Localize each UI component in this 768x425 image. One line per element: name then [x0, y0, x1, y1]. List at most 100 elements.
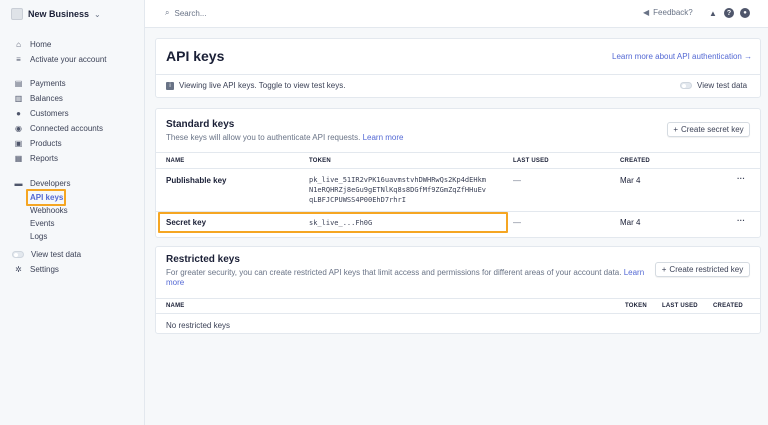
sidebar-item-label: Payments	[30, 78, 66, 88]
column-header-name: NAME	[166, 158, 185, 164]
sidebar: New Business ⌄ ⌂ Home ≡ Activate your ac…	[0, 0, 145, 425]
standard-keys-title: Standard keys	[166, 119, 235, 130]
learn-more-api-auth-link[interactable]: Learn more about API authentication →	[612, 52, 752, 61]
restricted-column-header-name: NAME	[166, 303, 185, 309]
sidebar-item-label: Settings	[30, 264, 59, 274]
reports-icon: ▦	[14, 153, 23, 163]
megaphone-icon: ◀	[643, 8, 650, 17]
chevron-down-icon: ⌄	[94, 9, 101, 19]
live-keys-banner: i Viewing live API keys. Toggle to view …	[166, 81, 345, 90]
column-header-created: CREATED	[620, 158, 650, 164]
sidebar-subitem-logs[interactable]: Logs	[30, 230, 47, 242]
account-switcher[interactable]: New Business ⌄	[11, 6, 101, 22]
restricted-keys-description: For greater security, you can create res…	[166, 268, 646, 288]
secret-key-created: Mar 4	[620, 218, 641, 227]
column-header-token: TOKEN	[309, 158, 331, 164]
sidebar-view-test-data[interactable]: View test data	[12, 248, 81, 260]
sidebar-item-label: Balances	[30, 93, 63, 103]
create-secret-key-label: Create secret key	[680, 125, 744, 134]
table-divider	[156, 313, 760, 314]
sidebar-item-payments[interactable]: ▤ Payments	[14, 77, 66, 89]
products-icon: ▣	[14, 138, 23, 148]
restricted-column-header-last-used: LAST USED	[662, 303, 698, 309]
sidebar-item-reports[interactable]: ▦ Reports	[14, 152, 58, 164]
publishable-key-last-used: —	[513, 176, 521, 185]
no-restricted-keys-text: No restricted keys	[166, 321, 231, 330]
token-line: pk_live_51IR2vPK16uavmstvhDWHRwQs2Kp4dEH…	[309, 176, 487, 184]
learn-more-text: Learn	[623, 268, 645, 277]
sidebar-item-balances[interactable]: ▥ Balances	[14, 92, 63, 104]
sidebar-item-connected-accounts[interactable]: ◉ Connected accounts	[14, 122, 103, 134]
learn-more-text: more	[166, 278, 185, 287]
feedback-label: Feedback?	[653, 8, 693, 17]
search-icon: ⌕	[165, 8, 170, 17]
sidebar-item-products[interactable]: ▣ Products	[14, 137, 62, 149]
home-icon: ⌂	[16, 39, 21, 49]
gear-icon: ✲	[15, 264, 22, 274]
token-line: qLBFJCPUWSS4P00EhD7rhrI	[309, 196, 406, 204]
sidebar-subitem-webhooks[interactable]: Webhooks	[30, 204, 68, 216]
create-restricted-key-button[interactable]: + Create restricted key	[655, 262, 750, 277]
sidebar-item-label: Connected accounts	[30, 123, 103, 133]
publishable-key-token[interactable]: pk_live_51IR2vPK16uavmstvhDWHRwQs2Kp4dEH…	[309, 175, 486, 205]
create-secret-key-button[interactable]: + Create secret key	[667, 122, 750, 137]
sidebar-item-developers[interactable]: ▬ Developers	[14, 177, 71, 189]
sidebar-subitem-events[interactable]: Events	[30, 217, 54, 229]
view-test-data-label: View test data	[697, 81, 748, 90]
search-placeholder: Search...	[174, 8, 207, 18]
sidebar-item-label: Customers	[30, 108, 69, 118]
sidebar-item-home[interactable]: ⌂ Home	[14, 38, 51, 50]
payments-icon: ▤	[14, 78, 23, 88]
business-logo-icon	[11, 8, 23, 20]
test-data-toggle[interactable]	[12, 250, 24, 258]
sidebar-item-label: Home	[30, 39, 52, 49]
description-text: These keys will allow you to authenticat…	[166, 133, 361, 142]
publishable-key-created: Mar 4	[620, 176, 641, 185]
bell-icon[interactable]: ▲	[708, 8, 718, 18]
sidebar-item-customers[interactable]: ● Customers	[14, 107, 69, 119]
restricted-column-header-created: CREATED	[713, 303, 743, 309]
restricted-keys-title: Restricted keys	[166, 254, 240, 265]
description-text: For greater security, you can create res…	[166, 268, 622, 277]
sidebar-item-label: Activate your account	[30, 54, 107, 64]
sidebar-item-label: Reports	[30, 153, 59, 163]
sidebar-item-label: Developers	[30, 178, 71, 188]
developers-icon: ▬	[14, 178, 23, 188]
create-restricted-key-label: Create restricted key	[669, 265, 744, 274]
search-input[interactable]: ⌕ Search...	[165, 8, 207, 18]
banner-text: Viewing live API keys. Toggle to view te…	[179, 81, 346, 90]
sidebar-item-label: Products	[30, 138, 62, 148]
view-test-data-toggle-row[interactable]: View test data	[680, 81, 747, 90]
account-icon[interactable]: ●	[740, 8, 750, 18]
help-icon[interactable]: ?	[724, 8, 734, 18]
sidebar-item-settings[interactable]: ✲ Settings	[14, 263, 59, 275]
info-icon: i	[166, 81, 174, 90]
secret-key-more-icon[interactable]: ···	[737, 216, 745, 225]
sidebar-item-label: View test data	[31, 249, 82, 259]
feedback-button[interactable]: ◀ Feedback?	[643, 8, 693, 17]
standard-keys-learn-more-link[interactable]: Learn more	[363, 133, 404, 142]
token-line: N1eRQHRZj8eGu9gETNlKq8s8DGfMf9ZGmZqZfHHu…	[309, 186, 487, 194]
plus-icon: +	[673, 125, 678, 134]
table-divider	[156, 152, 760, 153]
restricted-keys-card	[155, 246, 761, 334]
divider	[156, 74, 760, 75]
secret-key-last-used: —	[513, 218, 521, 227]
page-title: API keys	[166, 48, 225, 64]
balances-icon: ▥	[14, 93, 23, 103]
plus-icon: +	[661, 265, 667, 274]
view-test-data-toggle[interactable]	[680, 82, 692, 89]
account-name: New Business	[28, 9, 90, 19]
column-header-last-used: LAST USED	[513, 158, 549, 164]
publishable-key-more-icon[interactable]: ···	[737, 174, 745, 183]
checklist-icon: ≡	[16, 54, 21, 64]
topbar: ⌕ Search... ◀ Feedback? ▲ ? ●	[145, 0, 768, 28]
customers-icon: ●	[16, 108, 21, 118]
table-divider	[156, 168, 760, 169]
publishable-key-name: Publishable key	[166, 176, 227, 185]
restricted-column-header-token: TOKEN	[625, 303, 647, 309]
standard-keys-description: These keys will allow you to authenticat…	[166, 133, 403, 142]
secret-key-highlight	[158, 212, 508, 233]
table-divider	[156, 298, 760, 299]
sidebar-item-activate[interactable]: ≡ Activate your account	[14, 53, 106, 65]
